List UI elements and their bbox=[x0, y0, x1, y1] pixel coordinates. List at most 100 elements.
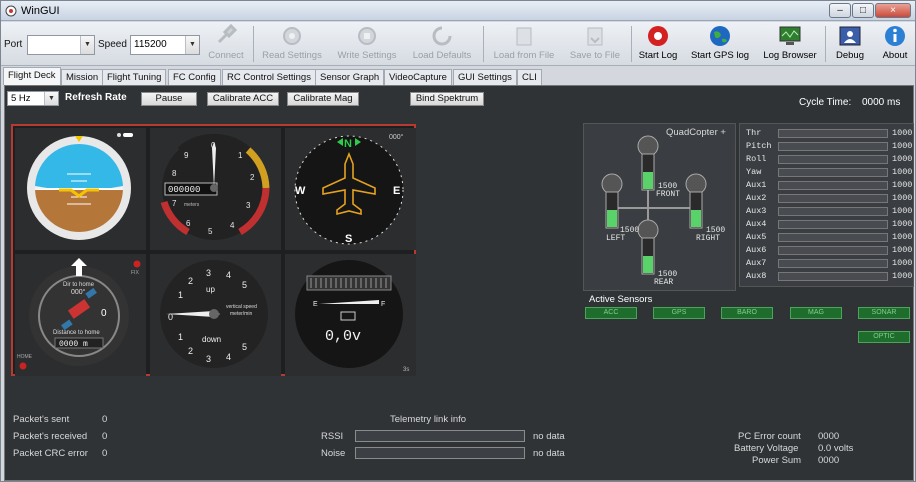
motor-left-fill bbox=[607, 210, 617, 227]
load-defaults-button[interactable]: Load Defaults bbox=[407, 24, 477, 61]
vario-zero: 0 bbox=[168, 312, 173, 322]
toolbar-separator bbox=[825, 26, 826, 62]
pc-error-label: PC Error count bbox=[738, 431, 801, 442]
altimeter-readout: 000000 bbox=[168, 185, 200, 195]
log-browser-button[interactable]: Log Browser bbox=[759, 24, 821, 61]
noise-value: no data bbox=[533, 448, 565, 459]
alt-tick-8: 8 bbox=[172, 169, 177, 178]
attitude-indicator bbox=[15, 128, 146, 250]
tab-videocapture[interactable]: VideoCapture bbox=[384, 69, 452, 85]
info-icon bbox=[885, 26, 905, 46]
toolbar-separator bbox=[253, 26, 254, 62]
port-select[interactable]: ▼ bbox=[27, 35, 95, 55]
pc-error-value: 0000 bbox=[818, 431, 840, 442]
vario-down-4: 4 bbox=[226, 352, 231, 362]
alt-tick-4: 4 bbox=[230, 221, 235, 230]
connect-button[interactable]: Connect bbox=[205, 24, 247, 61]
rc-row-roll: Roll 1000 bbox=[746, 154, 913, 164]
tab-cli[interactable]: CLI bbox=[517, 69, 542, 85]
cycle-time-label: Cycle Time: bbox=[799, 97, 852, 108]
sensor-mag-indicator: MAG bbox=[790, 307, 842, 319]
sensor-sonar-indicator: SONAR bbox=[858, 307, 910, 319]
compass-north: N bbox=[344, 138, 352, 150]
vario-down-1: 1 bbox=[178, 332, 183, 342]
tab-flight-deck[interactable]: Flight Deck bbox=[3, 67, 61, 85]
rssi-label: RSSI bbox=[321, 431, 344, 442]
battery-full-label: F bbox=[381, 301, 385, 308]
packets-sent-value: 0 bbox=[102, 414, 108, 425]
alt-tick-5: 5 bbox=[208, 227, 213, 236]
save-to-file-button[interactable]: Save to File bbox=[565, 24, 625, 61]
debug-icon bbox=[839, 26, 861, 46]
rc-row-pitch: Pitch 1000 bbox=[746, 141, 913, 151]
packets-crc-value: 0 bbox=[102, 448, 108, 459]
cycle-time-value: 0000 ms bbox=[862, 97, 901, 108]
vario-up-label: up bbox=[206, 285, 215, 294]
vario-down-label: down bbox=[202, 335, 221, 344]
quadcopter-motor-panel: QuadCopter + 1500 FRONT 1500 LEFT 1500 R… bbox=[583, 123, 736, 291]
maximize-button[interactable]: □ bbox=[852, 3, 874, 18]
vario-down-3: 3 bbox=[206, 354, 211, 364]
home-dist-label: Distance to home bbox=[53, 330, 100, 336]
home-label: HOME bbox=[17, 354, 33, 360]
speed-select[interactable]: 115200 ▼ bbox=[130, 35, 200, 55]
calibrate-acc-button[interactable]: Calibrate ACC bbox=[207, 92, 279, 106]
tab-sensor-graph[interactable]: Sensor Graph bbox=[315, 69, 385, 85]
tab-flight-tuning[interactable]: Flight Tuning bbox=[102, 69, 167, 85]
chevron-down-icon[interactable]: ▼ bbox=[185, 36, 199, 54]
main-window: WinGUI – □ × Port ▼ Speed 115200 ▼ Connec… bbox=[0, 0, 916, 482]
read-settings-button[interactable]: Read Settings bbox=[259, 24, 325, 61]
start-log-button[interactable]: Start Log bbox=[635, 24, 681, 61]
packets-received-value: 0 bbox=[102, 431, 108, 442]
record-icon bbox=[648, 26, 668, 46]
calibrate-mag-button[interactable]: Calibrate Mag bbox=[287, 92, 359, 106]
chevron-down-icon[interactable]: ▼ bbox=[80, 36, 94, 54]
load-from-file-button[interactable]: Load from File bbox=[489, 24, 559, 61]
start-gps-log-button[interactable]: Start GPS log bbox=[687, 24, 753, 61]
rc-row-aux2: Aux2 1000 bbox=[746, 193, 913, 203]
close-button[interactable]: × bbox=[875, 3, 911, 18]
minimize-button[interactable]: – bbox=[829, 3, 851, 18]
speed-label: Speed bbox=[98, 39, 127, 50]
motor-rear-fill bbox=[643, 256, 653, 273]
toolbar: Port ▼ Speed 115200 ▼ Connect Read Settin… bbox=[1, 22, 915, 66]
fix-led bbox=[133, 260, 141, 268]
svg-text:0: 0 bbox=[101, 308, 107, 319]
home-dist-value: 0000 m bbox=[59, 340, 88, 349]
chevron-down-icon[interactable]: ▼ bbox=[44, 92, 58, 105]
rc-row-thr: Thr 1000 bbox=[746, 128, 913, 138]
rc-row-aux8: Aux8 1000 bbox=[746, 271, 913, 281]
about-button[interactable]: About bbox=[877, 24, 913, 61]
tab-rc-control-settings[interactable]: RC Control Settings bbox=[222, 69, 316, 85]
write-settings-button[interactable]: Write Settings bbox=[333, 24, 401, 61]
port-label: Port bbox=[4, 39, 23, 50]
tab-mission[interactable]: Mission bbox=[61, 69, 104, 85]
tab-fc-config[interactable]: FC Config bbox=[168, 69, 221, 85]
tab-gui-settings[interactable]: GUI Settings bbox=[453, 69, 517, 85]
rssi-bar bbox=[355, 430, 525, 442]
bind-spektrum-button[interactable]: Bind Spektrum bbox=[410, 92, 484, 106]
refresh-rate-select[interactable]: 5 Hz ▼ bbox=[7, 91, 59, 106]
heading-indicator: 000° N E S W bbox=[285, 128, 416, 250]
pause-button[interactable]: Pause bbox=[141, 92, 197, 106]
vario-up-5: 5 bbox=[242, 280, 247, 290]
compass-south: S bbox=[345, 233, 352, 245]
window-title: WinGUI bbox=[21, 5, 60, 17]
rc-row-aux5: Aux5 1000 bbox=[746, 232, 913, 242]
rssi-value: no data bbox=[533, 431, 565, 442]
power-sum-label: Power Sum bbox=[752, 455, 802, 466]
vario-down-5: 5 bbox=[242, 342, 247, 352]
packets-received-label: Packet's received bbox=[13, 431, 88, 442]
log-browser-icon bbox=[779, 26, 801, 45]
left-label: LEFT bbox=[606, 234, 625, 243]
tab-strip: Flight Deck Mission Flight Tuning FC Con… bbox=[1, 67, 915, 85]
battery-empty-label: E bbox=[313, 301, 318, 308]
app-icon bbox=[5, 5, 17, 17]
packets-sent-label: Packet's sent bbox=[13, 414, 70, 425]
power-sum-value: 0000 bbox=[818, 455, 840, 466]
vario-up-1: 1 bbox=[178, 290, 183, 300]
sensor-baro-indicator: BARO bbox=[721, 307, 773, 319]
motor-front-fill bbox=[643, 172, 653, 189]
heading-value: 000° bbox=[389, 133, 404, 141]
debug-button[interactable]: Debug bbox=[831, 24, 869, 61]
